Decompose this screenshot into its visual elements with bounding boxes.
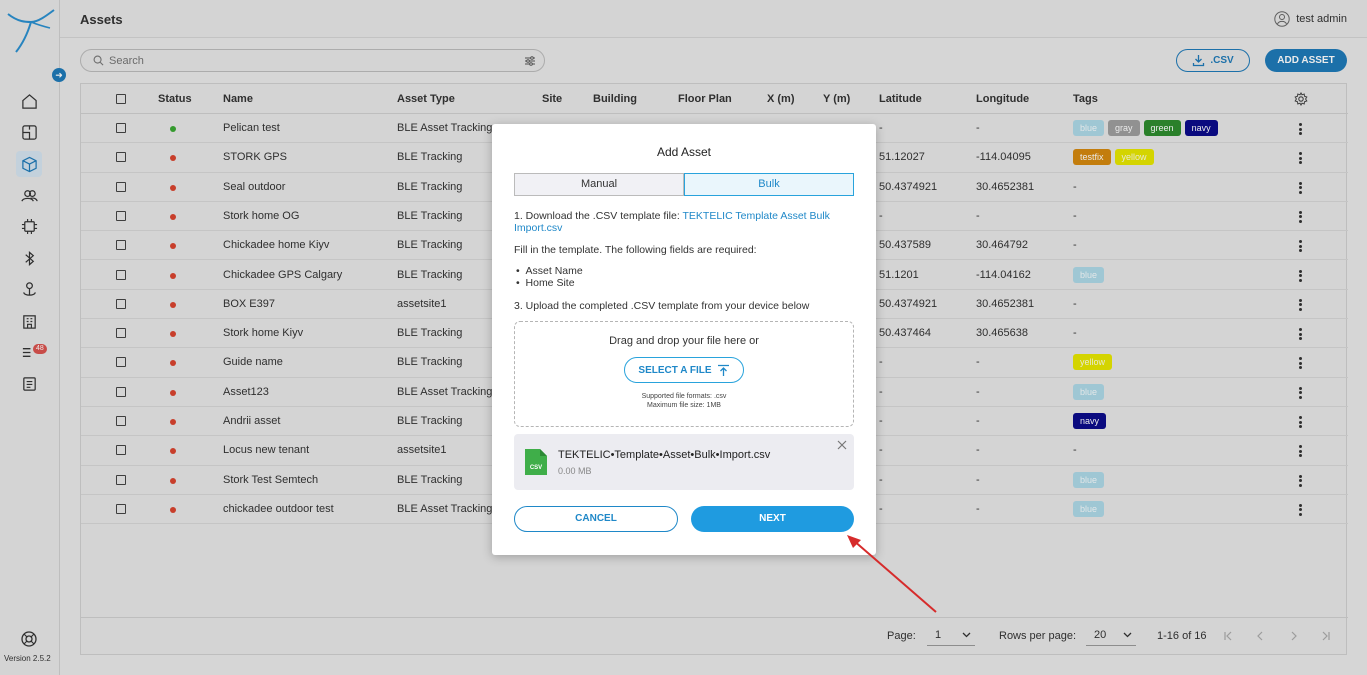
- dialog-title: Add Asset: [656, 145, 712, 159]
- uploaded-file-card: CSV TEKTELIC•Template•Asset•Bulk•Import.…: [514, 434, 854, 490]
- select-file-button[interactable]: SELECT A FILE: [624, 357, 744, 383]
- max-file-size: Maximum file size: 1MB: [647, 402, 721, 409]
- step-3: 3. Upload the completed .CSV template fr…: [514, 300, 810, 312]
- uploaded-file-name: TEKTELIC•Template•Asset•Bulk•Import.csv: [558, 449, 771, 461]
- dropzone-text: Drag and drop your file here or: [609, 335, 759, 347]
- add-asset-dialog: Add Asset Manual Bulk 1. Download the .C…: [492, 124, 876, 555]
- select-file-label: SELECT A FILE: [638, 364, 712, 376]
- file-dropzone[interactable]: Drag and drop your file here or SELECT A…: [514, 321, 854, 427]
- next-button[interactable]: NEXT: [691, 506, 854, 532]
- required-field: Asset Name: [525, 265, 583, 277]
- supported-formats: Supported file formats: .csv: [641, 393, 727, 400]
- remove-file-close-icon[interactable]: [837, 440, 847, 450]
- tab-bulk[interactable]: Bulk: [684, 173, 854, 196]
- step-2: Fill in the template. The following fiel…: [514, 244, 757, 256]
- required-fields-list: • Asset Name • Home Site: [516, 265, 583, 289]
- tab-manual[interactable]: Manual: [514, 173, 684, 196]
- uploaded-file-size: 0.00 MB: [558, 466, 592, 476]
- upload-icon: [717, 364, 729, 376]
- cancel-button[interactable]: CANCEL: [514, 506, 678, 532]
- step-1-text: 1. Download the .CSV template file:: [514, 210, 683, 222]
- file-type-label: CSV: [530, 465, 542, 471]
- step-1: 1. Download the .CSV template file: TEKT…: [514, 210, 854, 234]
- mode-toggle: Manual Bulk: [514, 173, 854, 196]
- required-field: Home Site: [525, 276, 575, 289]
- annotation-arrow-icon: [847, 535, 937, 613]
- csv-file-icon: CSV: [525, 449, 547, 475]
- list-item: • Home Site: [516, 276, 575, 289]
